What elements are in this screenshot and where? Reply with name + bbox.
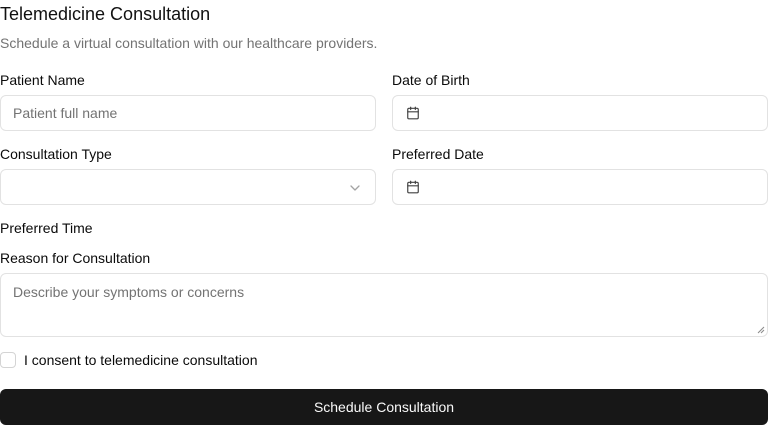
date-of-birth-picker[interactable] bbox=[392, 95, 768, 131]
chevron-down-icon bbox=[350, 185, 360, 191]
schedule-consultation-button[interactable]: Schedule Consultation bbox=[0, 389, 768, 425]
preferred-date-label: Preferred Date bbox=[392, 146, 484, 162]
consent-checkbox[interactable] bbox=[0, 352, 16, 368]
consultation-type-label: Consultation Type bbox=[0, 146, 112, 162]
patient-name-field[interactable] bbox=[0, 95, 376, 131]
patient-name-label: Patient Name bbox=[0, 72, 85, 88]
resize-handle-icon[interactable] bbox=[757, 326, 765, 334]
patient-name-input[interactable] bbox=[1, 96, 375, 130]
reason-field[interactable] bbox=[0, 273, 768, 337]
form-subtitle: Schedule a virtual consultation with our… bbox=[0, 35, 378, 51]
preferred-date-picker[interactable] bbox=[392, 169, 768, 205]
consultation-form: Telemedicine Consultation Schedule a vir… bbox=[0, 0, 768, 425]
consent-label[interactable]: I consent to telemedicine consultation bbox=[24, 352, 257, 369]
calendar-icon bbox=[407, 180, 419, 194]
consultation-type-select[interactable] bbox=[0, 169, 376, 205]
preferred-time-label: Preferred Time bbox=[0, 220, 93, 236]
form-title: Telemedicine Consultation bbox=[0, 4, 211, 24]
reason-textarea[interactable] bbox=[1, 274, 767, 336]
calendar-icon bbox=[407, 106, 419, 120]
date-of-birth-label: Date of Birth bbox=[392, 72, 470, 88]
reason-label: Reason for Consultation bbox=[0, 250, 151, 266]
